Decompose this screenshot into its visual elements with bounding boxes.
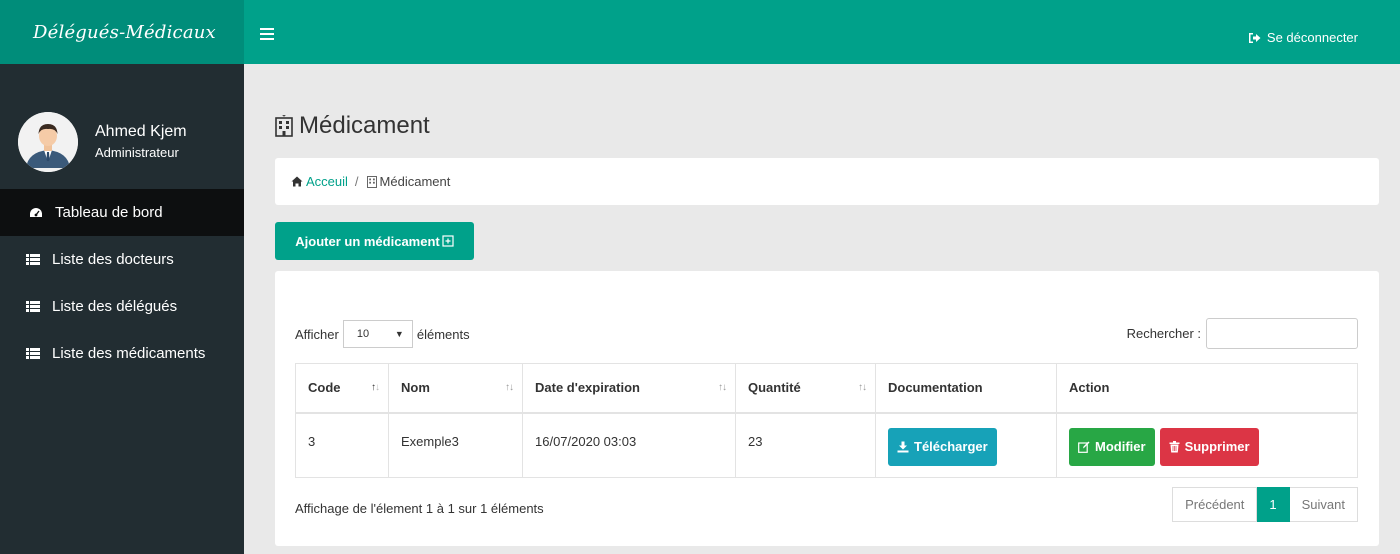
medicine-table: Code ↑↓ Nom ↑↓ Date d'expiration ↑↓ Quantit… [295,363,1358,478]
column-header-date[interactable]: Date d'expiration ↑↓ [522,363,736,414]
cell-date: 16/07/2020 03:03 [522,412,736,478]
page-title: Médicament [273,112,430,140]
list-icon [26,254,40,265]
pagination-next[interactable]: Suivant [1289,487,1358,522]
breadcrumb: Acceuil / Médicament [275,158,1379,205]
column-header-quantite[interactable]: Quantité ↑↓ [735,363,876,414]
column-header-code[interactable]: Code ↑↓ [295,363,389,414]
table-row: 3 Exemple3 16/07/2020 03:03 23 Télécharg… [295,412,1358,478]
sidebar-item-label: Liste des docteurs [52,251,174,268]
list-icon [26,301,40,312]
sidebar-item-delegates[interactable]: Liste des délégués [0,283,244,330]
delete-button[interactable]: Supprimer [1159,427,1259,466]
medicine-table-card: Afficher 10 ▼ éléments Rechercher : Code… [275,271,1379,546]
sort-icon: ↑↓ [505,382,514,393]
sidebar-item-label: Liste des médicaments [52,345,206,362]
sort-icon: ↑↓ [858,382,867,393]
user-avatar-icon [18,111,78,172]
hospital-icon [275,115,293,137]
cell-nom: Exemple3 [388,412,523,478]
add-medicine-label: Ajouter un médicament [295,233,440,249]
cell-documentation: Télécharger [875,412,1057,478]
breadcrumb-home-link[interactable]: Acceuil [306,174,348,189]
logout-label: Se déconnecter [1266,30,1358,45]
sidebar: Délégués-Médicaux Ahmed Kjem Administrat… [0,0,244,554]
page-size-control: Afficher 10 ▼ éléments [295,320,470,348]
page-size-value: 10 [356,328,370,340]
topbar: Se déconnecter [244,0,1400,64]
user-panel: Ahmed Kjem Administrateur [0,64,244,189]
table-info: Affichage de l'élement 1 à 1 sur 1 éléme… [295,501,544,516]
pagination-previous[interactable]: Précédent [1172,487,1258,522]
caret-down-icon: ▼ [394,329,404,339]
search-input[interactable] [1206,318,1358,349]
download-label: Télécharger [914,439,988,454]
user-name: Ahmed Kjem [95,123,187,140]
breadcrumb-current: Médicament [379,174,451,189]
cell-action: Modifier Supprimer [1056,412,1358,478]
sidebar-menu: Tableau de bord Liste des docteurs Liste… [0,189,244,377]
sidebar-item-dashboard[interactable]: Tableau de bord [0,189,244,236]
entries-label: éléments [416,326,470,342]
sidebar-item-label: Tableau de bord [55,204,163,221]
page-size-select[interactable]: 10 ▼ [342,320,413,348]
logout-link[interactable]: Se déconnecter [1248,30,1358,45]
sidebar-item-label: Liste des délégués [52,298,178,315]
plus-square-icon [442,235,454,247]
breadcrumb-separator: / [354,174,359,189]
sort-icon: ↑↓ [718,382,727,393]
pagination-page-1[interactable]: 1 [1257,487,1290,522]
search-control: Rechercher : [1127,318,1358,349]
brand-logo[interactable]: Délégués-Médicaux [0,0,244,64]
sort-asc-icon: ↑↓ [371,382,380,393]
cell-code: 3 [295,412,389,478]
logout-icon [1248,32,1261,43]
home-icon [291,176,303,187]
menu-toggle-icon[interactable] [260,28,274,40]
download-button[interactable]: Télécharger [888,427,997,466]
list-icon [26,348,40,359]
dashboard-icon [29,207,43,219]
page-title-text: Médicament [299,112,430,139]
edit-icon [1078,441,1090,453]
edit-label: Modifier [1095,439,1146,454]
column-header-action: Action [1056,363,1358,414]
column-header-nom[interactable]: Nom ↑↓ [388,363,523,414]
column-header-documentation: Documentation [875,363,1057,414]
search-label: Rechercher : [1126,326,1201,341]
user-role: Administrateur [95,145,179,160]
trash-icon [1169,440,1180,452]
download-icon [897,441,909,452]
sidebar-item-medicines[interactable]: Liste des médicaments [0,330,244,377]
hospital-icon [366,176,377,188]
edit-button[interactable]: Modifier [1069,427,1155,466]
cell-quantite: 23 [735,412,876,478]
sidebar-item-doctors[interactable]: Liste des docteurs [0,236,244,283]
avatar [18,111,78,172]
table-header-row: Code ↑↓ Nom ↑↓ Date d'expiration ↑↓ Quantit… [295,363,1358,414]
add-medicine-button[interactable]: Ajouter un médicament [275,222,474,260]
pagination: Précédent 1 Suivant [1172,487,1358,522]
delete-label: Supprimer [1184,439,1250,454]
show-label: Afficher [295,326,339,342]
